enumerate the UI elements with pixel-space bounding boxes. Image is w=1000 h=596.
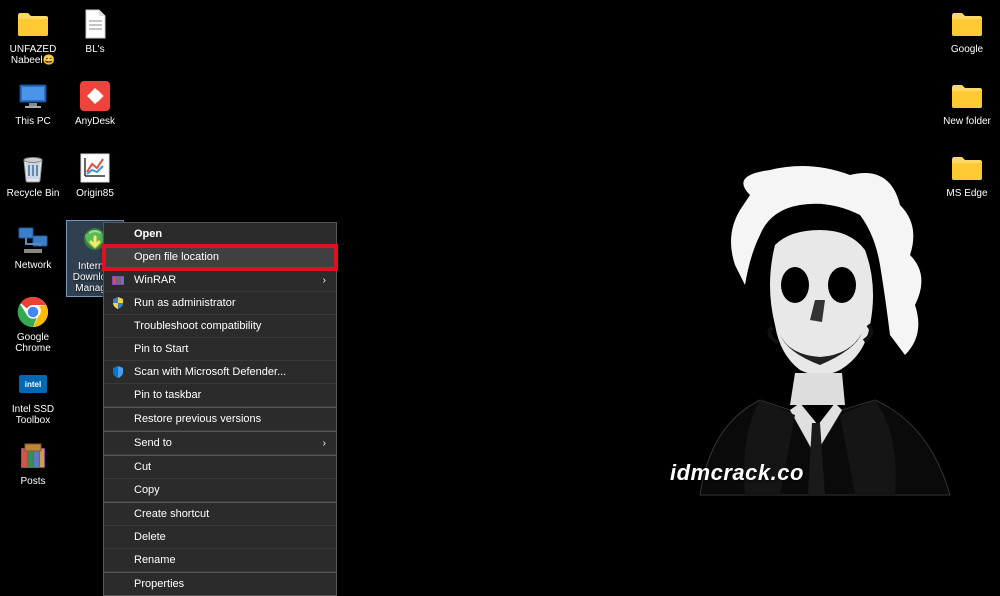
icon-label: AnyDesk: [75, 116, 115, 127]
desktop[interactable]: UNFAZED Nabeel😄 This PC Recycle Bin Netw…: [0, 0, 1000, 531]
icon-label: UNFAZED Nabeel😄: [6, 44, 60, 66]
menu-label: Create shortcut: [134, 508, 209, 520]
icon-label: MS Edge: [946, 188, 987, 199]
menu-item-pin-start[interactable]: Pin to Start: [104, 338, 336, 361]
shield-icon: [110, 295, 126, 311]
menu-label: Open file location: [134, 251, 219, 263]
menu-label: Run as administrator: [134, 297, 236, 309]
menu-item-send-to[interactable]: Send to ›: [104, 432, 336, 455]
icon-label: Recycle Bin: [7, 188, 60, 199]
anydesk-icon: [77, 78, 113, 114]
textfile-icon: [77, 6, 113, 42]
menu-label: Open: [134, 228, 162, 240]
wallpaper-image: [630, 155, 990, 505]
icon-label: Origin85: [76, 188, 114, 199]
desktop-icon-thispc[interactable]: This PC: [4, 76, 62, 129]
menu-item-create-shortcut[interactable]: Create shortcut: [104, 503, 336, 526]
icon-label: BL's: [85, 44, 104, 55]
menu-label: Restore previous versions: [134, 413, 261, 425]
menu-label: Cut: [134, 461, 151, 473]
desktop-icon-anydesk[interactable]: AnyDesk: [66, 76, 124, 129]
chrome-icon: [15, 294, 51, 330]
desktop-icon-origin[interactable]: Origin85: [66, 148, 124, 201]
menu-item-scan-defender[interactable]: Scan with Microsoft Defender...: [104, 361, 336, 384]
network-icon: [15, 222, 51, 258]
menu-item-rename[interactable]: Rename: [104, 549, 336, 572]
folder-icon: [949, 78, 985, 114]
menu-item-open[interactable]: Open: [104, 223, 336, 246]
icon-label: Google: [951, 44, 983, 55]
icon-label: Network: [15, 260, 52, 271]
menu-item-winrar[interactable]: WinRAR ›: [104, 269, 336, 292]
menu-label: WinRAR: [134, 274, 176, 286]
recyclebin-icon: [15, 150, 51, 186]
chevron-right-icon: ›: [323, 438, 326, 449]
menu-label: Delete: [134, 531, 166, 543]
menu-label: Pin to Start: [134, 343, 188, 355]
folder-icon: [15, 6, 51, 42]
menu-label: Rename: [134, 554, 176, 566]
icon-label: Posts: [20, 476, 45, 487]
chevron-right-icon: ›: [323, 275, 326, 286]
menu-label: Pin to taskbar: [134, 389, 201, 401]
menu-item-delete[interactable]: Delete: [104, 526, 336, 549]
desktop-icon-unfazed[interactable]: UNFAZED Nabeel😄: [4, 4, 62, 68]
desktop-icon-newfolder[interactable]: New folder: [938, 76, 996, 129]
desktop-icon-google[interactable]: Google: [938, 4, 996, 57]
icon-label: This PC: [15, 116, 51, 127]
menu-item-troubleshoot[interactable]: Troubleshoot compatibility: [104, 315, 336, 338]
menu-item-properties[interactable]: Properties: [104, 573, 336, 595]
winrar-icon: [15, 438, 51, 474]
folder-icon: [949, 150, 985, 186]
desktop-icon-bls[interactable]: BL's: [66, 4, 124, 57]
desktop-icon-recyclebin[interactable]: Recycle Bin: [4, 148, 62, 201]
menu-item-pin-taskbar[interactable]: Pin to taskbar: [104, 384, 336, 407]
desktop-icon-msedge[interactable]: MS Edge: [938, 148, 996, 201]
desktop-icon-posts[interactable]: Posts: [4, 436, 62, 489]
icon-label: Intel SSD Toolbox: [6, 404, 60, 426]
menu-label: Properties: [134, 578, 184, 590]
desktop-icon-chrome[interactable]: Google Chrome: [4, 292, 62, 356]
menu-item-copy[interactable]: Copy: [104, 479, 336, 502]
menu-item-restore-versions[interactable]: Restore previous versions: [104, 408, 336, 431]
menu-item-open-file-location[interactable]: Open file location: [104, 246, 336, 269]
menu-item-run-as-admin[interactable]: Run as administrator: [104, 292, 336, 315]
svg-text:intel: intel: [25, 380, 41, 389]
menu-label: Copy: [134, 484, 160, 496]
thispc-icon: [15, 78, 51, 114]
menu-item-cut[interactable]: Cut: [104, 456, 336, 479]
menu-label: Scan with Microsoft Defender...: [134, 366, 286, 378]
intelssd-icon: intel: [15, 366, 51, 402]
folder-icon: [949, 6, 985, 42]
desktop-icon-intelssd[interactable]: intel Intel SSD Toolbox: [4, 364, 62, 428]
icon-label: Google Chrome: [6, 332, 60, 354]
icon-label: New folder: [943, 116, 991, 127]
watermark-text: idmcrack.co: [670, 460, 804, 486]
menu-label: Send to: [134, 437, 172, 449]
desktop-icon-network[interactable]: Network: [4, 220, 62, 273]
context-menu: Open Open file location WinRAR › Run as …: [103, 222, 337, 596]
origin-icon: [77, 150, 113, 186]
menu-label: Troubleshoot compatibility: [134, 320, 261, 332]
defender-icon: [110, 364, 126, 380]
winrar-icon: [110, 272, 126, 288]
